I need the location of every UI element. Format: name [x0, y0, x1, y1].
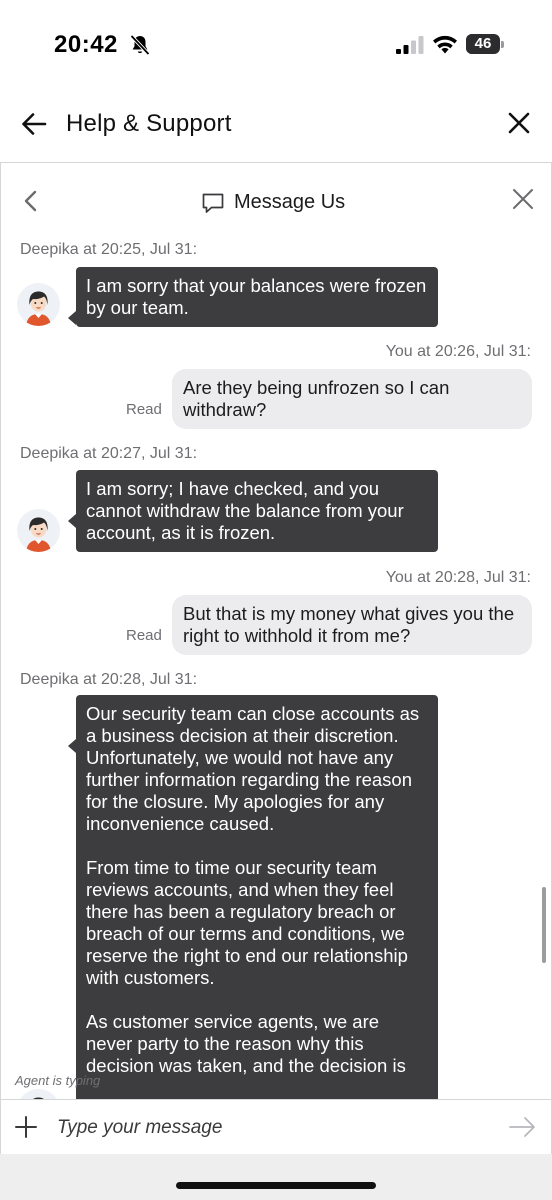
agent-avatar: [17, 283, 60, 326]
typing-indicator: Agent is typing: [15, 1073, 101, 1088]
message-meta: Deepika at 20:25, Jul 31:: [20, 241, 198, 258]
message-meta: You at 20:28, Jul 31:: [385, 569, 531, 586]
arrow-left-icon[interactable]: [20, 110, 48, 138]
send-arrow-icon[interactable]: [509, 1116, 537, 1138]
agent-message: I am sorry; I have checked, and you cann…: [68, 470, 438, 552]
app-header: Help & Support: [0, 90, 552, 162]
message-meta: Deepika at 20:27, Jul 31:: [20, 445, 198, 462]
battery-level: 46: [474, 35, 492, 52]
close-icon[interactable]: [511, 187, 535, 211]
read-receipt: Read: [126, 627, 162, 644]
agent-avatar: [17, 509, 60, 552]
read-receipt: Read: [126, 401, 162, 418]
chat-panel: Message Us Deepika at 20:25, Jul 31: I a…: [0, 162, 552, 1154]
bell-slash-icon: [130, 34, 150, 56]
chat-panel-title: Message Us: [234, 191, 346, 213]
agent-message: Our security team can close accounts as …: [68, 695, 438, 1099]
scrollbar[interactable]: [542, 887, 546, 963]
message-meta: Deepika at 20:28, Jul 31:: [20, 671, 198, 688]
chevron-left-icon[interactable]: [21, 189, 41, 213]
message-bubble-icon: [202, 193, 224, 213]
status-bar: 20:42 46: [0, 0, 552, 90]
message-meta: You at 20:26, Jul 31:: [385, 343, 531, 360]
user-message: Are they being unfrozen so I can withdra…: [172, 369, 532, 429]
bottom-safe-area: [0, 1154, 552, 1200]
plus-icon[interactable]: [15, 1116, 37, 1138]
message-list[interactable]: Deepika at 20:25, Jul 31: I am sorry tha…: [1, 237, 551, 1099]
wifi-icon: [433, 35, 457, 54]
user-message: But that is my money what gives you the …: [172, 595, 532, 655]
message-input[interactable]: [57, 1112, 477, 1144]
chat-panel-header: Message Us: [1, 163, 551, 237]
page-title: Help & Support: [66, 110, 232, 137]
home-indicator[interactable]: [176, 1182, 376, 1189]
close-icon[interactable]: [506, 110, 532, 136]
status-time: 20:42: [54, 31, 118, 58]
agent-avatar: [17, 1089, 60, 1099]
battery-icon: 46: [466, 34, 504, 56]
agent-message: I am sorry that your balances were froze…: [68, 267, 438, 327]
message-composer: [1, 1099, 551, 1154]
signal-icon: [396, 36, 424, 54]
